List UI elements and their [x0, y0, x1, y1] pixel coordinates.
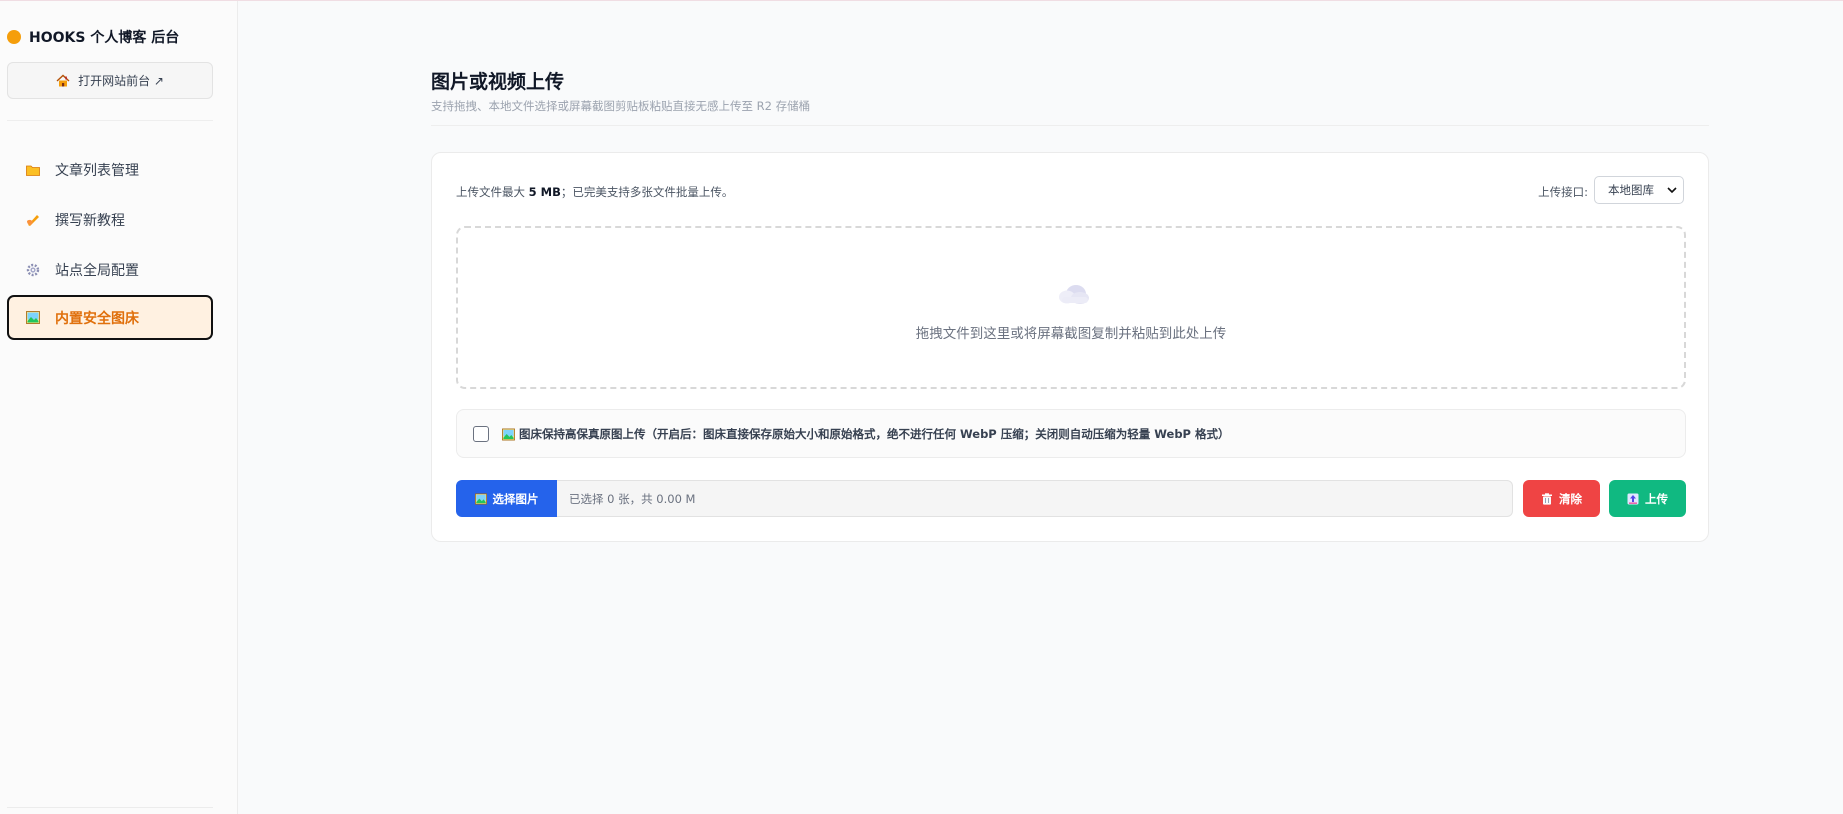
choose-image-label: 选择图片: [492, 491, 539, 506]
limit-prefix: 上传文件最大: [456, 185, 529, 199]
writing-hand-icon: [25, 212, 41, 228]
brand-dot-icon: [7, 30, 21, 44]
page-title: 图片或视频上传: [431, 71, 565, 93]
brand: HOOKS 个人博客 后台: [7, 27, 179, 47]
sidebar: HOOKS 个人博客 后台 打开网站前台 ↗ 文章列表管理 撰写新教程 站点全局…: [0, 1, 238, 814]
sidebar-item-articles[interactable]: 文章列表管理: [7, 147, 213, 192]
file-selection-status: 已选择 0 张，共 0.00 M: [557, 480, 1513, 517]
drop-zone-text: 拖拽文件到这里或将屏幕截图复制并粘贴到此处上传: [915, 326, 1227, 342]
sidebar-item-label: 撰写新教程: [55, 212, 125, 229]
picture-icon: [502, 428, 515, 440]
limit-value: 5 MB: [528, 185, 561, 199]
picture-icon: [474, 493, 487, 504]
upload-icon: [1627, 493, 1639, 504]
sidebar-bottom-divider: [7, 807, 213, 808]
original-quality-label[interactable]: 图床保持高保真原图上传（开启后：图床直接保存原始大小和原始格式，绝不进行任何 W…: [502, 426, 1229, 442]
sidebar-item-label: 文章列表管理: [55, 162, 139, 179]
original-quality-option: 图床保持高保真原图上传（开启后：图床直接保存原始大小和原始格式，绝不进行任何 W…: [456, 409, 1686, 458]
sidebar-divider: [7, 120, 213, 121]
interface-select-value: 本地图库: [1608, 183, 1654, 197]
folder-icon: [25, 162, 41, 178]
upload-card: 上传文件最大 5 MB；已完美支持多张文件批量上传。 上传接口: 本地图库 拖拽…: [431, 152, 1709, 542]
upload-limit-text: 上传文件最大 5 MB；已完美支持多张文件批量上传。: [456, 184, 733, 200]
clear-button[interactable]: 清除: [1523, 480, 1600, 517]
drop-zone[interactable]: 拖拽文件到这里或将屏幕截图复制并粘贴到此处上传: [456, 226, 1686, 389]
main-content: 图片或视频上传 支持拖拽、本地文件选择或屏幕截图剪贴板粘贴直接无感上传至 R2 …: [239, 1, 1843, 814]
interface-label: 上传接口:: [1538, 185, 1588, 199]
interface-select[interactable]: 本地图库: [1594, 176, 1684, 204]
sidebar-item-label: 站点全局配置: [55, 262, 139, 279]
open-frontend-label: 打开网站前台 ↗: [78, 74, 164, 88]
picture-icon: [25, 310, 41, 326]
trash-icon: [1542, 492, 1552, 505]
app-window: HOOKS 个人博客 后台 打开网站前台 ↗ 文章列表管理 撰写新教程 站点全局…: [0, 0, 1843, 814]
limit-suffix: ；已完美支持多张文件批量上传。: [560, 185, 734, 199]
sidebar-item-image-host[interactable]: 内置安全图床: [7, 295, 213, 340]
choose-image-button[interactable]: 选择图片: [456, 480, 557, 517]
upload-label: 上传: [1645, 491, 1668, 506]
house-icon: [56, 74, 70, 86]
action-row: 选择图片 已选择 0 张，共 0.00 M 清除 上传: [456, 480, 1686, 517]
open-frontend-button[interactable]: 打开网站前台 ↗: [7, 62, 213, 99]
chevron-down-icon: [1667, 187, 1677, 194]
header-divider: [431, 125, 1709, 126]
sidebar-item-write[interactable]: 撰写新教程: [7, 197, 213, 242]
sidebar-item-settings[interactable]: 站点全局配置: [7, 247, 213, 292]
cloud-icon: [1059, 285, 1089, 304]
brand-title: HOOKS 个人博客 后台: [29, 30, 180, 46]
gear-icon: [25, 262, 41, 278]
sidebar-item-label: 内置安全图床: [55, 310, 139, 327]
upload-button[interactable]: 上传: [1609, 480, 1686, 517]
original-quality-text: 图床保持高保真原图上传（开启后：图床直接保存原始大小和原始格式，绝不进行任何 W…: [519, 427, 1230, 441]
page-subtitle: 支持拖拽、本地文件选择或屏幕截图剪贴板粘贴直接无感上传至 R2 存储桶: [431, 99, 811, 113]
original-quality-checkbox[interactable]: [473, 426, 489, 442]
clear-label: 清除: [1559, 491, 1582, 506]
